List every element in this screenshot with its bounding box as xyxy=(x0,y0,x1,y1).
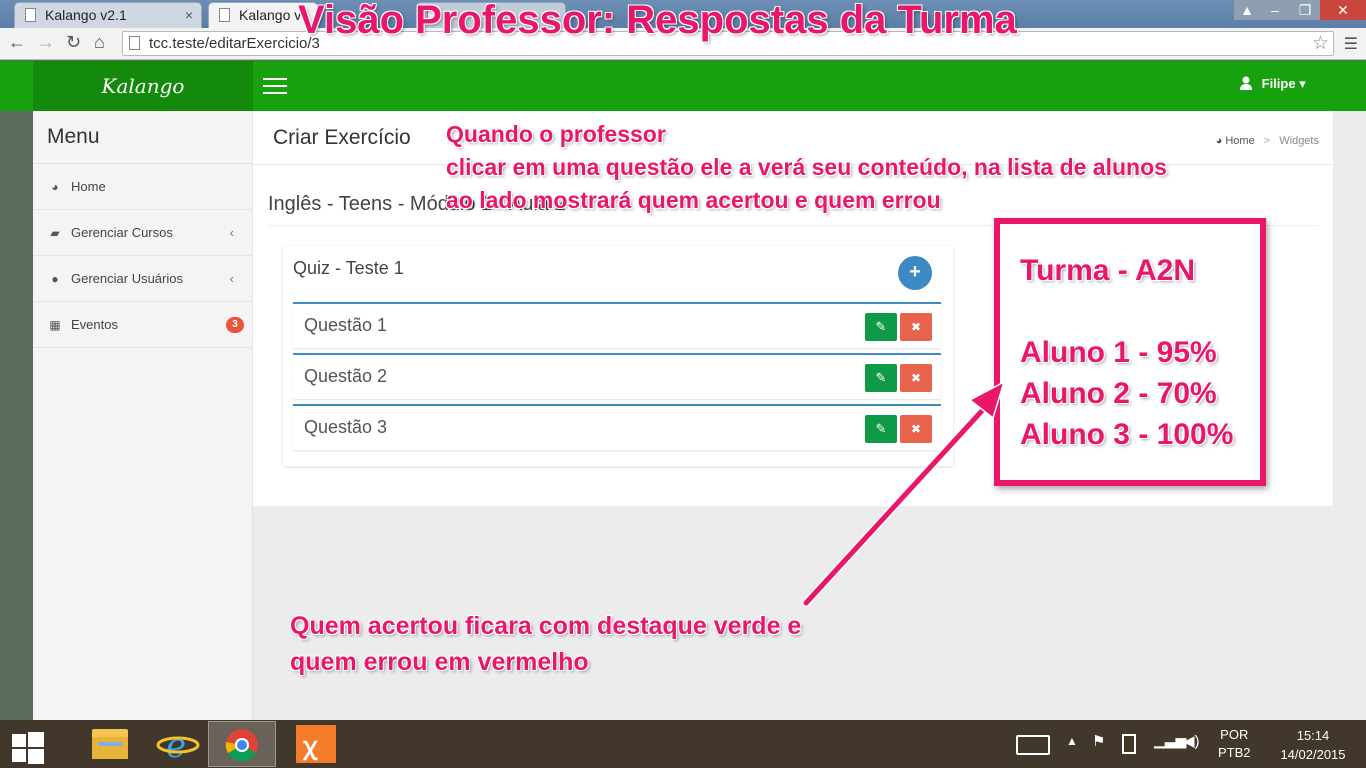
annotation-note-bottom: Quem acertou ficara com destaque verde e… xyxy=(290,612,802,676)
